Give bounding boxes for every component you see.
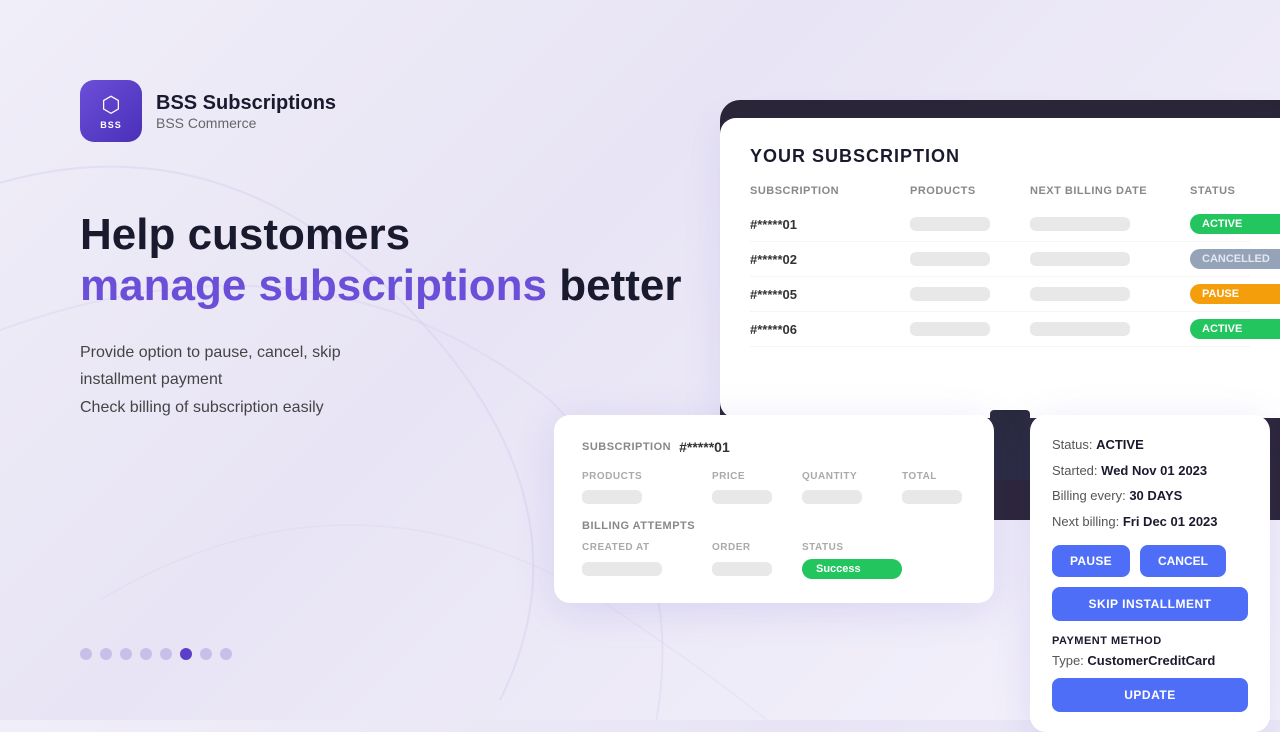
dot-5[interactable] [160, 648, 172, 660]
row3-status-badge: PAUSE [1190, 284, 1280, 304]
started-value: Wed Nov 01 2023 [1101, 463, 1207, 478]
side-info-panel: Status: ACTIVE Started: Wed Nov 01 2023 … [1030, 415, 1270, 732]
row3-id: #*****05 [750, 287, 910, 302]
detail-subscription-id: #*****01 [679, 439, 730, 455]
hero-sub2: installment payment [80, 371, 222, 388]
billing-label: Billing every: [1052, 488, 1126, 503]
status-value: ACTIVE [1096, 437, 1144, 452]
table-row[interactable]: #*****06 ACTIVE [750, 312, 1250, 347]
logo-icon-box: ⬡ BSS [80, 80, 142, 142]
logo-area: ⬡ BSS BSS Subscriptions BSS Commerce [80, 80, 336, 142]
col-status: STATUS [1190, 185, 1280, 197]
table-row[interactable]: #*****01 ACTIVE [750, 207, 1250, 242]
hero-line2-purple: manage subscriptions [80, 261, 547, 310]
row2-products-skeleton [910, 252, 990, 266]
hero-line2-normal: better [547, 261, 681, 310]
detail-table-row [582, 490, 966, 504]
row2-date-skeleton [1030, 252, 1130, 266]
row1-status-badge: ACTIVE [1190, 214, 1280, 234]
billing-col-status: STATUS [802, 542, 902, 553]
billing-value: 30 DAYS [1129, 488, 1182, 503]
billing-row: Billing every: 30 DAYS [1052, 486, 1248, 506]
started-row: Started: Wed Nov 01 2023 [1052, 461, 1248, 481]
hero-section: Help customers manage subscriptions bett… [80, 210, 682, 421]
detail-price-skeleton [712, 490, 772, 504]
subscription-table-card: YOUR SUBSCRIPTION SUBSCRIPTION PRODUCTS … [720, 118, 1280, 418]
row2-id: #*****02 [750, 252, 910, 267]
col-subscription: SUBSCRIPTION [750, 185, 910, 197]
logo-icon: ⬡ [101, 92, 120, 118]
logo-title: BSS Subscriptions [156, 92, 336, 115]
hero-sub1: Provide option to pause, cancel, skip [80, 344, 341, 361]
pause-button[interactable]: PAUSE [1052, 545, 1130, 577]
dot-2[interactable] [100, 648, 112, 660]
row4-date-skeleton [1030, 322, 1130, 336]
update-button[interactable]: UPDATE [1052, 678, 1248, 712]
next-billing-label: Next billing: [1052, 514, 1119, 529]
detail-col-total: TOTAL [902, 471, 1002, 482]
status-row: Status: ACTIVE [1052, 435, 1248, 455]
logo-bss-label: BSS [100, 120, 122, 130]
billing-order-skeleton [712, 562, 772, 576]
dot-8[interactable] [220, 648, 232, 660]
billing-col-order: ORDER [712, 542, 802, 553]
row4-status-badge: ACTIVE [1190, 319, 1280, 339]
billing-created-skeleton [582, 562, 662, 576]
cancel-button[interactable]: CANCEL [1140, 545, 1226, 577]
table-row[interactable]: #*****02 CANCELLED [750, 242, 1250, 277]
next-billing-row: Next billing: Fri Dec 01 2023 [1052, 512, 1248, 532]
payment-method-title: PAYMENT METHOD [1052, 635, 1248, 647]
row1-products-skeleton [910, 217, 990, 231]
row1-id: #*****01 [750, 217, 910, 232]
logo-text: BSS Subscriptions BSS Commerce [156, 92, 336, 131]
logo-subtitle: BSS Commerce [156, 115, 336, 131]
skip-installment-button[interactable]: SKIP INSTALLMENT [1052, 587, 1248, 621]
billing-table-row: Success [582, 559, 966, 579]
hero-subtext: Provide option to pause, cancel, skip in… [80, 339, 682, 421]
row3-products-skeleton [910, 287, 990, 301]
col-products: PRODUCTS [910, 185, 1030, 197]
payment-type-value: CustomerCreditCard [1087, 653, 1215, 668]
detail-quantity-skeleton [802, 490, 862, 504]
dot-7[interactable] [200, 648, 212, 660]
payment-type-row: Type: CustomerCreditCard [1052, 653, 1248, 668]
dot-1[interactable] [80, 648, 92, 660]
dot-indicators [80, 648, 232, 660]
detail-col-products: PRODUCTS [582, 471, 712, 482]
billing-title: BILLING ATTEMPTS [582, 520, 966, 532]
status-label: Status: [1052, 437, 1092, 452]
subscription-detail-card: SUBSCRIPTION #*****01 PRODUCTS PRICE QUA… [554, 415, 994, 603]
detail-col-price: PRICE [712, 471, 802, 482]
dot-3[interactable] [120, 648, 132, 660]
hero-sub3: Check billing of subscription easily [80, 399, 324, 416]
detail-col-quantity: QUANTITY [802, 471, 902, 482]
next-billing-value: Fri Dec 01 2023 [1123, 514, 1218, 529]
row2-status-badge: CANCELLED [1190, 249, 1280, 269]
billing-section: BILLING ATTEMPTS CREATED AT ORDER STATUS… [582, 520, 966, 579]
detail-total-skeleton [902, 490, 962, 504]
dark-stripe-middle [990, 410, 1030, 480]
row3-date-skeleton [1030, 287, 1130, 301]
detail-products-skeleton [582, 490, 642, 504]
dot-4[interactable] [140, 648, 152, 660]
table-card-title: YOUR SUBSCRIPTION [750, 146, 1250, 167]
row4-id: #*****06 [750, 322, 910, 337]
hero-heading: Help customers manage subscriptions bett… [80, 210, 682, 311]
detail-table-header: PRODUCTS PRICE QUANTITY TOTAL [582, 471, 966, 482]
hero-line1: Help customers [80, 210, 410, 259]
row4-products-skeleton [910, 322, 990, 336]
table-row[interactable]: #*****05 PAUSE [750, 277, 1250, 312]
table-header-row: SUBSCRIPTION PRODUCTS NEXT BILLING DATE … [750, 185, 1250, 197]
col-next-billing: NEXT BILLING DATE [1030, 185, 1190, 197]
billing-table-header: CREATED AT ORDER STATUS [582, 542, 966, 553]
detail-card-header: SUBSCRIPTION #*****01 [582, 439, 966, 455]
billing-status-badge: Success [802, 559, 902, 579]
payment-type-label: Type: [1052, 653, 1084, 668]
started-label: Started: [1052, 463, 1098, 478]
detail-subscription-label: SUBSCRIPTION [582, 441, 671, 453]
action-buttons: PAUSE CANCEL [1052, 545, 1248, 577]
dot-6-active[interactable] [180, 648, 192, 660]
row1-date-skeleton [1030, 217, 1130, 231]
billing-col-created-at: CREATED AT [582, 542, 712, 553]
